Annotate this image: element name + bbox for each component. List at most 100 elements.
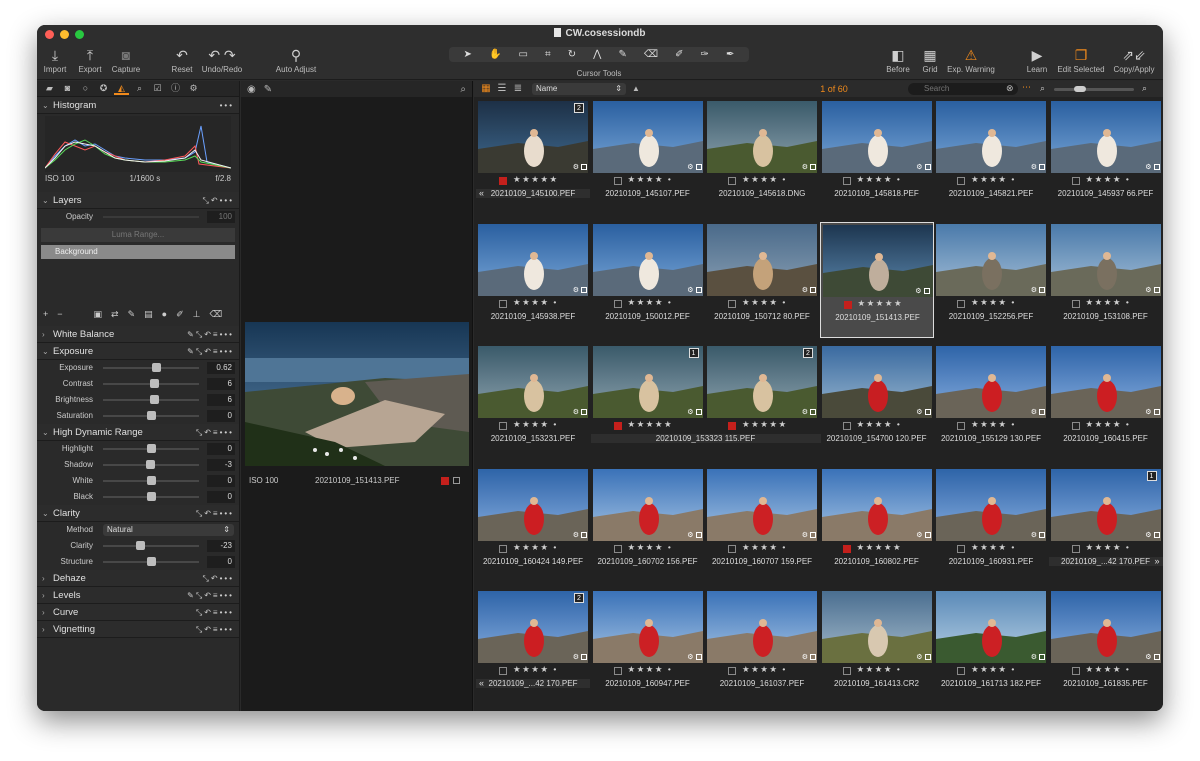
histogram-header[interactable]: ⌄ Histogram ••• (37, 97, 239, 114)
thumbnail[interactable]: ⚙ ★★★★★ 20210109_160802.PEF (820, 467, 934, 583)
thumbnail-image[interactable] (478, 468, 588, 541)
grid-view-icon[interactable]: ▦ (481, 84, 491, 94)
thumbnail-image[interactable] (478, 101, 588, 173)
thumbnail-image[interactable] (936, 223, 1046, 296)
hdr-header[interactable]: ⌄ High Dynamic Range ⤡↶≡••• (37, 424, 239, 441)
gear-icon[interactable]: ⚙ (1031, 286, 1037, 294)
crop-icon[interactable]: ⌗ (545, 49, 551, 60)
color-tag[interactable] (842, 667, 851, 675)
star-rating[interactable]: ★★★★ • (513, 542, 558, 553)
luma-range-button[interactable]: Luma Range... (41, 228, 235, 242)
color-tag[interactable] (842, 422, 851, 430)
thumbnail-image[interactable] (707, 101, 817, 173)
thumbnail[interactable]: ⚙ ★★★★ • 20210109_160931.PEF (934, 467, 1048, 583)
select-cursor-icon[interactable]: ➤ (464, 49, 472, 60)
gear-icon[interactable]: ⚙ (687, 531, 693, 539)
star-rating[interactable]: ★★★★ • (857, 664, 902, 675)
filter-icon[interactable]: ⋯ (1022, 82, 1031, 93)
stamp-icon[interactable]: ⊥ (193, 309, 201, 320)
picker-icon[interactable]: ✎ (264, 84, 272, 95)
slider-knob[interactable] (149, 395, 159, 404)
thumbnail[interactable]: ⚙ ★★★★ • 20210109_161713 182.PEF (934, 589, 1048, 705)
thumbnail[interactable]: ⚙ ★★★★ • 20210109_145821.PEF (934, 99, 1048, 215)
brush-icon[interactable]: ✎ (618, 49, 626, 60)
gear-icon[interactable]: ⚙ (802, 408, 808, 416)
lens-tab-icon[interactable]: ○ (78, 82, 93, 95)
list-view-icon[interactable]: ☰ (497, 84, 507, 94)
swap-icon[interactable]: ⇄ (111, 309, 119, 320)
gear-icon[interactable]: ⚙ (573, 653, 579, 661)
star-rating[interactable]: ★★★★ • (1086, 174, 1131, 185)
gear-icon[interactable]: ⚙ (1031, 163, 1037, 171)
star-rating[interactable]: ★★★★ • (1086, 542, 1131, 553)
edit-selected-button[interactable]: ❐ Edit Selected (1055, 45, 1107, 74)
slider-value[interactable]: 0 (207, 475, 235, 487)
color-tag[interactable] (957, 544, 965, 553)
pen-icon[interactable]: ✐ (176, 309, 184, 320)
details-tab-icon[interactable]: ⌕ (132, 82, 147, 95)
star-rating[interactable]: ★★★★ • (628, 174, 673, 185)
color-tag[interactable] (499, 544, 507, 553)
layers-header[interactable]: ⌄ Layers ⤡↶••• (37, 192, 239, 209)
opacity-slider[interactable] (103, 216, 199, 218)
color-tag[interactable] (1071, 177, 1080, 185)
sort-direction-icon[interactable]: ▲ (632, 84, 640, 93)
gear-icon[interactable]: ⚙ (687, 653, 693, 661)
library-tab-icon[interactable]: ▰ (42, 82, 57, 95)
radial-icon[interactable]: ● (162, 309, 167, 319)
gear-icon[interactable]: ⚙ (802, 286, 808, 294)
star-rating[interactable]: ★★★★ • (513, 297, 558, 308)
thumbnail-image[interactable] (1050, 223, 1161, 296)
exposure-actions-icon[interactable]: ✎⤡↶≡••• (187, 343, 234, 360)
slider-value[interactable]: 0 (207, 491, 235, 503)
stack-count-badge[interactable]: 1 (1146, 470, 1157, 481)
star-rating[interactable]: ★★★★ • (857, 174, 902, 185)
vignetting-actions-icon[interactable]: ⤡↶≡••• (196, 621, 234, 638)
thumbnail[interactable]: ⚙ ★★★★ • 20210109_160947.PEF (591, 589, 705, 705)
color-tag[interactable] (957, 177, 965, 185)
stack-count-badge[interactable]: 2 (803, 348, 813, 358)
stack-collapse-icon[interactable]: « (479, 188, 484, 198)
star-rating[interactable]: ★★★★ • (742, 174, 787, 185)
thumbnail[interactable]: 2 ⚙ ★★★★★ 20210109_145100.PEF « (476, 99, 590, 215)
slider-value[interactable]: -23 (207, 540, 235, 552)
thumbnail-image[interactable] (821, 346, 932, 418)
gear-icon[interactable]: ⚙ (1031, 653, 1037, 661)
thumbnail-image[interactable] (592, 468, 703, 541)
gear-icon[interactable]: ⚙ (802, 163, 808, 171)
metadata-tab-icon[interactable]: ⓘ (168, 82, 183, 95)
thumbnail-image[interactable] (821, 101, 932, 173)
white-balance-header[interactable]: › White Balance ✎⤡↶≡••• (37, 326, 239, 343)
slider-knob[interactable] (136, 541, 146, 550)
color-tag[interactable] (1071, 299, 1080, 308)
color-tag[interactable] (957, 299, 965, 308)
gear-icon[interactable]: ⚙ (573, 286, 579, 294)
thumbnail[interactable]: ⚙ ★★★★ • 20210109_145818.PEF (820, 99, 934, 215)
slider-knob[interactable] (147, 444, 156, 453)
slider-knob[interactable] (147, 557, 156, 566)
crop-mask-icon[interactable]: ▭ (519, 49, 528, 60)
slider-value[interactable]: 0 (207, 410, 235, 422)
learn-button[interactable]: ▶ Learn (1023, 45, 1051, 74)
pan-hand-icon[interactable]: ✋ (489, 49, 501, 60)
slider-value[interactable]: 0 (207, 443, 235, 455)
clear-search-icon[interactable]: ⊗ (1006, 83, 1014, 94)
thumbnail-size-knob[interactable] (1074, 86, 1086, 92)
thumbnail-image[interactable] (936, 346, 1046, 418)
color-tag[interactable] (613, 299, 622, 308)
slider-knob[interactable] (147, 476, 156, 485)
export-button[interactable]: ⤒ Export (75, 45, 105, 74)
dehaze-header[interactable]: › Dehaze ⤡↶••• (37, 570, 239, 587)
slider-knob[interactable] (151, 363, 161, 372)
thumbnail[interactable]: ⚙ ★★★★ • 20210109_145618.DNG (705, 99, 819, 215)
stack-count-badge[interactable]: 2 (574, 103, 584, 113)
stack-count-badge[interactable]: 1 (688, 348, 699, 358)
thumbnail[interactable]: ⚙ ★★★★ • 20210109_145938.PEF (476, 222, 590, 338)
slider-value[interactable]: 0 (207, 556, 235, 568)
eraser-icon[interactable]: ⌫ (644, 49, 658, 60)
gear-icon[interactable]: ⚙ (916, 408, 922, 416)
thumbnail-image[interactable] (936, 468, 1046, 541)
slider-knob[interactable] (149, 379, 159, 388)
thumbnail[interactable]: ⚙ ★★★★ • 20210109_145937 66.PEF (1049, 99, 1163, 215)
vignetting-header[interactable]: › Vignetting ⤡↶≡••• (37, 621, 239, 638)
